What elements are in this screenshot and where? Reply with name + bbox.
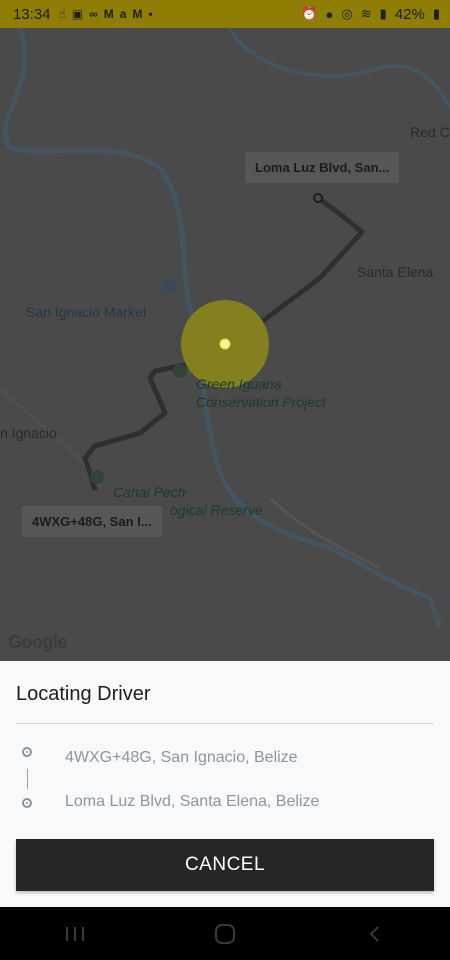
home-icon [215,923,235,944]
river-mopan [228,28,450,109]
status-bar: 13:34 ☝ ▣ ∞ M a M • ⏰ ● ◎ ≋ ▮ 42% ▮ [0,0,450,28]
destination-marker [313,193,323,203]
app-icon: ▣ [71,7,84,21]
origin-chip: 4WXG+48G, San I... [22,506,162,537]
map-label-iguana-1: Green Iguana [196,376,282,392]
origin-pin-icon [22,747,32,757]
map-label-san-ignacio: n Ignacio [0,425,57,441]
map-label-san-ignacio-market: San Ignacio Market [26,304,147,320]
sheet-title: Locating Driver [16,683,151,705]
locating-driver-sheet: Locating Driver 4WXG+48G, San Ignacio, B… [0,661,450,907]
voicemail-icon: ∞ [89,7,98,21]
driver-search-dot [219,338,231,350]
map-label-iguana-2: Conservation Project [196,394,326,410]
wifi-icon: ≋ [360,6,372,21]
gmail-icon: M [103,7,114,21]
notification-icons: ☝ ▣ ∞ M a M • [59,7,153,21]
system-nav-bar [0,907,450,960]
map-canvas [0,28,450,629]
destination-address: Loma Luz Blvd, Santa Elena, Belize [65,793,320,810]
gmail-icon: M [132,7,143,21]
cahal-pech-pin-icon [90,470,105,484]
map-label-cahal-pech: Cahal Pech [113,484,186,500]
sheet-divider [16,723,434,724]
map-label-red-c: Red C [410,124,450,140]
home-button[interactable] [195,914,255,954]
destination-pin-icon [22,798,32,808]
battery-icon: ▮ [432,6,440,21]
hand-icon: ☝ [58,7,66,21]
park-pin-icon [173,364,188,378]
recents-button[interactable] [45,914,105,954]
signal-icon: ▮ [379,6,387,21]
destination-chip: Loma Luz Blvd, San... [245,152,400,183]
battery-level: 42% [394,5,425,23]
system-icons: ⏰ ● ◎ ≋ ▮ 42% ▮ [301,6,440,23]
dot-icon: • [148,7,153,21]
airtel-icon: a [119,7,127,21]
market-pin-icon [163,279,178,293]
recents-icon [66,926,84,941]
hotspot-icon: ◎ [341,6,353,21]
alarm-icon: ⏰ [301,6,318,21]
route-connector [27,769,28,789]
map-view[interactable]: Red C Santa Elena San Ignacio Market Gre… [0,28,450,661]
map-label-santa-elena: Santa Elena [357,264,434,280]
back-button[interactable] [345,914,405,954]
google-logo: Google [8,632,68,652]
cancel-button[interactable]: CANCEL [16,839,434,891]
back-icon [369,925,379,942]
status-time: 13:34 [13,5,51,23]
map-label-reserve: ogical Reserve [170,502,263,518]
location-icon: ● [325,6,334,22]
origin-address: 4WXG+48G, San Ignacio, Belize [65,749,298,766]
